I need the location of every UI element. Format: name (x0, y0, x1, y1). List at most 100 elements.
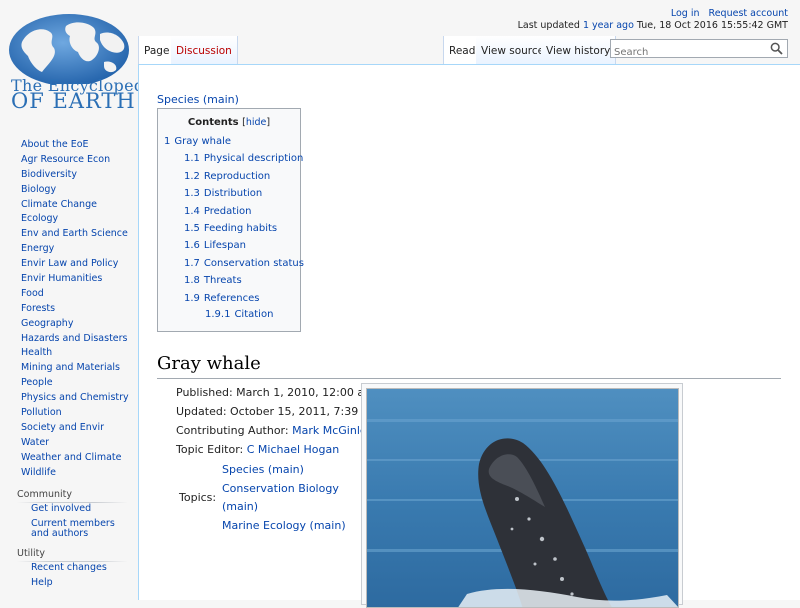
sidebar-link[interactable]: Energy (21, 243, 54, 254)
sidebar-item[interactable]: Biology (21, 183, 138, 198)
gray-whale-image[interactable] (366, 388, 679, 608)
sidebar-link[interactable]: Weather and Climate (21, 452, 121, 463)
sidebar-link[interactable]: Mining and Materials (21, 362, 120, 373)
topic-item[interactable]: Conservation Biology (main) (222, 480, 347, 517)
search-input[interactable] (611, 44, 761, 61)
sidebar-link[interactable]: Agr Resource Econ (21, 154, 110, 165)
editor-link[interactable]: C Michael Hogan (247, 443, 340, 456)
sidebar-link[interactable]: Biodiversity (21, 169, 77, 180)
topic-link[interactable]: Species (main) (222, 463, 304, 476)
toc-label[interactable]: Reproduction (204, 171, 270, 182)
sidebar-link[interactable]: Geography (21, 318, 73, 329)
sidebar-item[interactable]: Energy (21, 242, 138, 257)
toc-item[interactable]: 1.7 Conservation status (184, 258, 304, 269)
community-link[interactable]: Current members and authors (31, 518, 115, 539)
sidebar-item[interactable]: About the EoE (21, 138, 138, 153)
tab-view-source[interactable]: View source (476, 36, 551, 64)
toc-item[interactable]: 1.4 Predation (184, 206, 251, 217)
toc-label[interactable]: Predation (204, 206, 252, 217)
sidebar-link[interactable]: Society and Envir (21, 422, 104, 433)
sidebar-item[interactable]: Society and Envir (21, 421, 138, 436)
toc-item[interactable]: 1.2 Reproduction (184, 171, 270, 182)
toc-label[interactable]: Conservation status (204, 258, 304, 269)
last-updated-link[interactable]: 1 year ago (583, 20, 634, 31)
sidebar-item[interactable]: People (21, 376, 138, 391)
topic-link[interactable]: Marine Ecology (main) (222, 519, 346, 532)
community-item[interactable]: Current members and authors (31, 519, 131, 539)
utility-item[interactable]: Recent changes (31, 563, 131, 573)
sidebar-item[interactable]: Forests (21, 302, 138, 317)
toc-item[interactable]: 1.9.1 Citation (205, 309, 273, 320)
sidebar-link[interactable]: Wildlife (21, 467, 56, 478)
toc-label[interactable]: References (204, 293, 260, 304)
toc-label[interactable]: Physical description (204, 153, 303, 164)
sidebar-link[interactable]: Climate Change (21, 199, 97, 210)
sidebar-link[interactable]: Food (21, 288, 44, 299)
editor-row: Topic Editor: C Michael Hogan (176, 440, 379, 459)
topic-item[interactable]: Species (main) (222, 461, 347, 480)
personal-tools: Log in Request account (665, 8, 788, 19)
sidebar-item[interactable]: Ecology (21, 212, 138, 227)
toc-item[interactable]: 1.9 References (184, 293, 259, 304)
utility-item[interactable]: Help (31, 578, 131, 588)
toc-item[interactable]: 1.3 Distribution (184, 188, 262, 199)
sidebar-item[interactable]: Climate Change (21, 198, 138, 213)
sidebar-item[interactable]: Wildlife (21, 466, 138, 481)
login-link[interactable]: Log in (671, 8, 700, 19)
toc-item[interactable]: 1.8 Threats (184, 275, 242, 286)
toc-num: 1 (164, 136, 171, 147)
toc-item[interactable]: 1.5 Feeding habits (184, 223, 277, 234)
sidebar-link[interactable]: Water (21, 437, 49, 448)
sidebar-item[interactable]: Water (21, 436, 138, 451)
sidebar-item[interactable]: Pollution (21, 406, 138, 421)
utility-link[interactable]: Help (31, 577, 53, 588)
community-item[interactable]: Get involved (31, 504, 131, 514)
sidebar-link[interactable]: Env and Earth Science (21, 228, 128, 239)
sidebar-link[interactable]: Ecology (21, 213, 58, 224)
toc-label[interactable]: Gray whale (174, 136, 231, 147)
sidebar-item[interactable]: Physics and Chemistry (21, 391, 138, 406)
sidebar-item[interactable]: Envir Humanities (21, 272, 138, 287)
sidebar-link[interactable]: Biology (21, 184, 56, 195)
toc-label[interactable]: Distribution (204, 188, 262, 199)
toc-label[interactable]: Threats (204, 275, 242, 286)
sidebar-link[interactable]: Envir Law and Policy (21, 258, 118, 269)
sidebar-item[interactable]: Geography (21, 317, 138, 332)
sidebar-link[interactable]: People (21, 377, 53, 388)
toc-num: 1.9 (184, 293, 200, 304)
sidebar-item[interactable]: Food (21, 287, 138, 302)
sidebar-link[interactable]: Envir Humanities (21, 273, 102, 284)
sidebar-item[interactable]: Mining and Materials (21, 361, 138, 376)
breadcrumb[interactable]: Species (main) (157, 93, 239, 106)
toc-label[interactable]: Feeding habits (204, 223, 277, 234)
request-account-link[interactable]: Request account (709, 8, 788, 19)
tab-view-history[interactable]: View history (541, 36, 617, 64)
sidebar-link[interactable]: Hazards and Disasters (21, 333, 128, 344)
topic-item[interactable]: Marine Ecology (main) (222, 517, 347, 536)
sidebar-item[interactable]: Weather and Climate (21, 451, 138, 466)
sidebar-item[interactable]: Biodiversity (21, 168, 138, 183)
sidebar-item[interactable]: Envir Law and Policy (21, 257, 138, 272)
tab-discussion[interactable]: Discussion (171, 36, 238, 64)
tab-page[interactable]: Page (138, 36, 176, 64)
sidebar-link[interactable]: Health (21, 347, 52, 358)
utility-link[interactable]: Recent changes (31, 562, 107, 573)
sidebar-item[interactable]: Hazards and Disasters (21, 332, 138, 347)
sidebar-link[interactable]: Forests (21, 303, 55, 314)
site-logo[interactable]: The Encyclopedia OF EARTH (0, 0, 159, 120)
toc-label[interactable]: Citation (234, 309, 273, 320)
sidebar-item[interactable]: Health (21, 346, 138, 361)
toc-hide-link[interactable]: hide (246, 117, 267, 128)
sidebar-item[interactable]: Agr Resource Econ (21, 153, 138, 168)
toc-item[interactable]: 1 Gray whale (164, 136, 231, 147)
topic-link[interactable]: Conservation Biology (main) (222, 482, 339, 514)
sidebar-item[interactable]: Env and Earth Science (21, 227, 138, 242)
sidebar-link[interactable]: Pollution (21, 407, 62, 418)
toc-item[interactable]: 1.6 Lifespan (184, 240, 246, 251)
toc-item[interactable]: 1.1 Physical description (184, 153, 303, 164)
sidebar-link[interactable]: About the EoE (21, 139, 89, 150)
sidebar-link[interactable]: Physics and Chemistry (21, 392, 129, 403)
community-link[interactable]: Get involved (31, 503, 91, 514)
toc-label[interactable]: Lifespan (204, 240, 246, 251)
search-icon[interactable] (770, 42, 783, 55)
